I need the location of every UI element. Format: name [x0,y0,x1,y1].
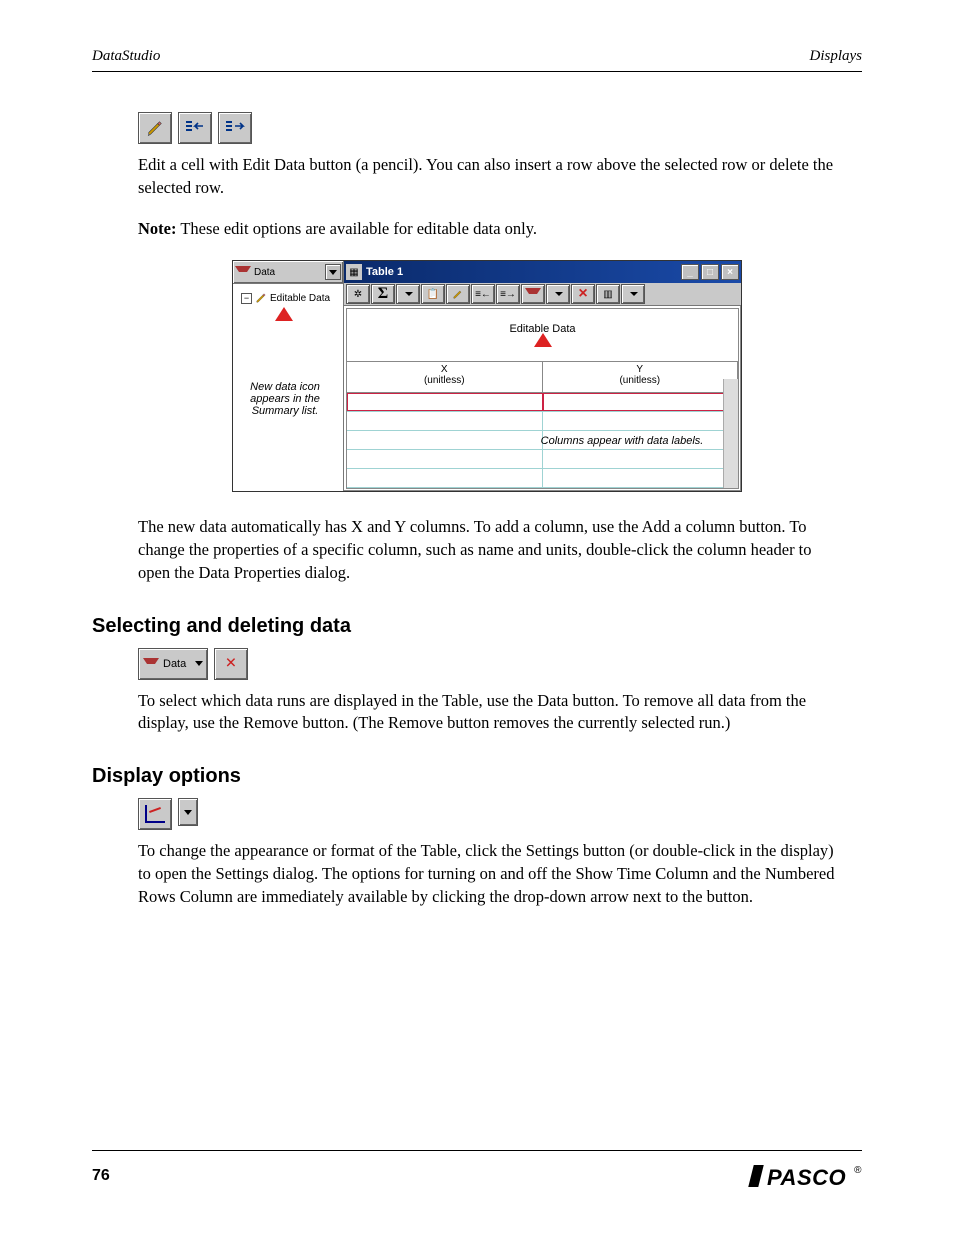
red-triangle-marker [534,333,552,347]
scrollbar[interactable] [723,379,738,488]
pencil-icon [452,288,464,300]
toolbar-data[interactable] [521,284,545,304]
select-delete-body: To select which data runs are displayed … [138,690,838,736]
window-title: Table 1 [366,266,403,278]
table-row[interactable] [347,469,738,488]
data-funnel-icon [235,266,251,278]
tree-body: − Editable Data [233,284,343,312]
settings-dropdown[interactable] [178,798,198,826]
brand-text: PASCO [767,1165,846,1191]
document-page: DataStudio Displays [0,0,954,1235]
tree-dropdown[interactable] [325,264,341,280]
header-rule [92,71,862,72]
tree-expander[interactable]: − [241,293,252,304]
window-minimize[interactable]: _ [681,264,699,280]
display-options-heading: Display options [92,765,862,788]
toolbar-clipboard[interactable]: 📋 [421,284,445,304]
caret-down-icon [195,661,203,666]
red-triangle-marker [275,307,293,321]
settings-button[interactable] [138,798,172,830]
sigma-icon: Σ [378,285,388,303]
edit-data-button[interactable] [138,112,172,144]
toolbar-delete-row[interactable]: ≡→ [496,284,520,304]
x-icon: × [578,285,587,303]
caret-down-icon [329,270,337,275]
tree-item-label: Editable Data [270,293,330,304]
tree-header: Data [233,261,343,284]
window-app-icon: ▦ [346,264,362,280]
header-left: DataStudio [92,48,160,65]
summary-tree-pane: Data − Editable Data New data icon appea… [233,261,344,491]
window-close[interactable]: × [721,264,739,280]
edit-note: Note: These edit options are available f… [138,218,838,241]
table-row[interactable] [347,412,738,431]
window-body: The new data automatically has X and Y c… [138,516,838,584]
table-window-figure: Data − Editable Data New data icon appea… [232,260,742,492]
pencil-icon [255,292,267,304]
edit-icon-row [138,112,862,144]
window-controls: _ □ × [681,264,739,280]
data-button-label: Data [163,658,186,670]
toolbar-edit[interactable] [446,284,470,304]
select-delete-icons: Data × [138,648,862,680]
toolbar-sigma[interactable]: Σ [371,284,395,304]
window-maximize[interactable]: □ [701,264,719,280]
table-row[interactable] [347,393,738,412]
remove-button[interactable]: × [214,648,248,680]
tree-header-label: Data [254,267,275,278]
settings-graph-icon [145,805,165,823]
table-row[interactable] [347,450,738,469]
x-icon: × [225,652,236,675]
edit-section: Edit a cell with Edit Data button (a pen… [92,112,862,240]
display-options-icons [138,798,862,830]
logo-bar-icon [748,1165,763,1187]
caret-down-icon [184,810,192,815]
toolbar-gear[interactable]: ✲ [346,284,370,304]
edit-body: Edit a cell with Edit Data button (a pen… [138,154,838,200]
toolbar-settings-dd[interactable] [621,284,645,304]
brand-logo: PASCO ® [751,1165,862,1191]
col-y-header: Y (unitless) [543,362,739,392]
toolbar-data-dd[interactable] [546,284,570,304]
table-toolbar: ✲ Σ 📋 ≡← ≡→ × ▥ [344,283,741,306]
delete-row-icon [225,119,245,137]
toolbar-sigma-dd[interactable] [396,284,420,304]
registered-mark: ® [854,1165,862,1176]
header-right: Displays [810,48,863,65]
page-number: 76 [92,1167,110,1185]
window-titlebar: ▦ Table 1 _ □ × [344,261,741,283]
data-funnel-icon [525,288,541,300]
table-caption: Columns appear with data labels. [507,435,737,447]
window-right-pane: ▦ Table 1 _ □ × ✲ Σ 📋 ≡← [344,261,741,491]
insert-row-button[interactable] [178,112,212,144]
select-delete-heading: Selecting and deleting data [92,615,862,638]
insert-row-icon [185,119,205,137]
toolbar-settings[interactable]: ▥ [596,284,620,304]
footer-rule [92,1150,862,1151]
note-text: These edit options are available for edi… [180,219,537,238]
display-options-body: To change the appearance or format of th… [138,840,838,908]
note-label: Note: [138,219,176,238]
delete-row-button[interactable] [218,112,252,144]
data-select-button[interactable]: Data [138,648,208,680]
toolbar-insert-row[interactable]: ≡← [471,284,495,304]
data-funnel-icon [143,658,159,670]
table-area: Editable Data X (unitless) Y (unitless) [346,308,739,489]
table-column-headers: X (unitless) Y (unitless) [347,362,738,393]
running-header: DataStudio Displays [92,48,862,65]
col-x-header: X (unitless) [347,362,543,392]
tree-caption: New data icon appears in the Summary lis… [229,381,341,417]
tree-row-editable[interactable]: − Editable Data [241,292,339,304]
pencil-icon [146,119,164,137]
toolbar-remove[interactable]: × [571,284,595,304]
